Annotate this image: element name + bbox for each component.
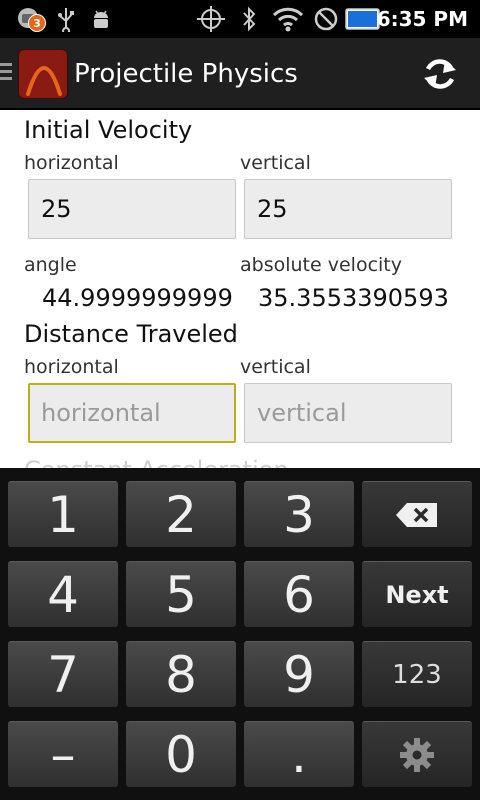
constant-acceleration-heading: Constant Acceleration <box>24 456 289 468</box>
form-content[interactable]: Initial Velocity horizontal vertical 25 … <box>0 112 480 468</box>
action-bar: Projectile Physics <box>0 38 480 110</box>
next-key-label: Next <box>385 580 449 609</box>
settings-key[interactable] <box>362 721 472 787</box>
iv-vertical-input[interactable]: 25 <box>244 179 452 239</box>
settings-gear-icon <box>400 737 434 772</box>
notification-count-badge: 3 <box>28 14 46 32</box>
backspace-key[interactable] <box>362 481 472 547</box>
menu-lines-icon[interactable] <box>0 63 12 85</box>
key-minus[interactable]: – <box>8 721 118 787</box>
key-5[interactable]: 5 <box>126 561 236 627</box>
key-2[interactable]: 2 <box>126 481 236 547</box>
dt-horizontal-label: horizontal <box>24 356 119 378</box>
key-0[interactable]: 0 <box>126 721 236 787</box>
refresh-button[interactable] <box>418 52 462 96</box>
key-7[interactable]: 7 <box>8 641 118 707</box>
refresh-icon <box>424 59 456 89</box>
key-4[interactable]: 4 <box>8 561 118 627</box>
iv-vertical-label: vertical <box>240 152 311 174</box>
key-6[interactable]: 6 <box>244 561 354 627</box>
angle-label: angle <box>24 254 77 276</box>
absolute-velocity-label: absolute velocity <box>240 254 402 276</box>
mode-123-key[interactable]: 123 <box>362 641 472 707</box>
iv-horizontal-label: horizontal <box>24 152 119 174</box>
backspace-icon <box>396 502 437 527</box>
status-bar: 3 6:35 PM <box>0 0 480 38</box>
status-time: 6:35 PM <box>376 7 468 31</box>
gps-icon <box>194 0 228 38</box>
usb-icon <box>54 0 78 38</box>
distance-traveled-heading: Distance Traveled <box>24 320 238 348</box>
key-3[interactable]: 3 <box>244 481 354 547</box>
absolute-velocity-value: 35.3553390593 <box>258 284 449 312</box>
iv-horizontal-input[interactable]: 25 <box>28 179 236 239</box>
app-title: Projectile Physics <box>74 59 298 89</box>
dt-horizontal-input[interactable]: horizontal <box>28 383 236 443</box>
key-period[interactable]: . <box>244 721 354 787</box>
key-1[interactable]: 1 <box>8 481 118 547</box>
numeric-keyboard: 1 2 3 4 5 6 Next 7 8 9 123 – 0 . <box>0 468 480 800</box>
android-debug-icon <box>88 0 114 38</box>
mode-123-label: 123 <box>392 659 442 690</box>
initial-velocity-heading: Initial Velocity <box>24 116 193 144</box>
dt-vertical-label: vertical <box>240 356 311 378</box>
do-not-disturb-icon <box>312 0 340 38</box>
key-9[interactable]: 9 <box>244 641 354 707</box>
dt-vertical-input[interactable]: vertical <box>244 383 452 443</box>
wifi-icon <box>270 0 306 38</box>
bluetooth-icon <box>238 0 260 38</box>
angle-value: 44.9999999999 <box>42 284 233 312</box>
next-key[interactable]: Next <box>362 561 472 627</box>
app-parabola-icon[interactable] <box>18 49 68 99</box>
key-8[interactable]: 8 <box>126 641 236 707</box>
